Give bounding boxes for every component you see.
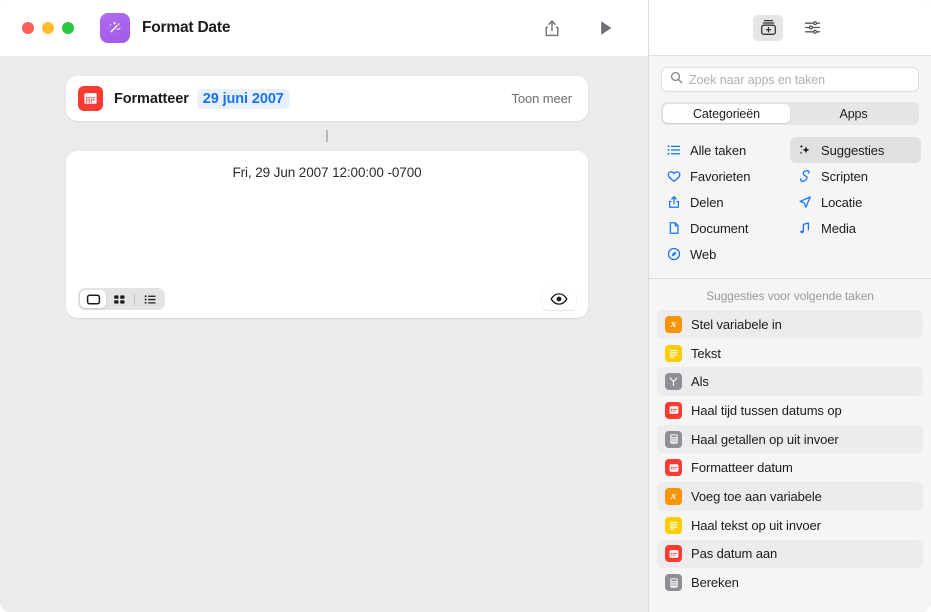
sidebar-item-document[interactable]: Document — [659, 215, 790, 241]
sidebar-item-label: Web — [690, 246, 717, 262]
calendar-icon — [665, 545, 682, 563]
sidebar-item-label: Locatie — [821, 194, 863, 210]
list-item-label: Haal tekst op uit invoer — [691, 517, 821, 533]
action-library-pane: Zoek naar apps en taken Categorieën Apps… — [648, 0, 931, 612]
music-note-icon — [797, 221, 813, 235]
sidebar-item-scripten[interactable]: Scripten — [790, 163, 921, 189]
calculator-icon — [665, 430, 682, 448]
action-connector — [326, 130, 328, 142]
sidebar-item-media[interactable]: Media — [790, 215, 921, 241]
sidebar-item-favorieten[interactable]: Favorieten — [659, 163, 790, 189]
list-item-label: Voeg toe aan variabele — [691, 488, 822, 504]
suggestions-list: x Stel variabele in Tekst Als Haal tijd … — [649, 310, 931, 612]
library-titlebar — [649, 0, 931, 56]
result-preview-card: Fri, 29 Jun 2007 12:00:00 -0700 — [66, 151, 588, 318]
action-card-format-date[interactable]: Formatteer 29 juni 2007 Toon meer — [66, 76, 588, 121]
script-icon — [797, 169, 813, 183]
sidebar-item-label: Scripten — [821, 168, 868, 184]
shortcuts-window: Format Date Formatteer 29 juni 2007 Toon… — [0, 0, 931, 612]
library-tabs[interactable]: Categorieën Apps — [661, 102, 919, 125]
shortcut-editor-pane: Format Date Formatteer 29 juni 2007 Toon… — [0, 0, 648, 612]
sidebar-item-label: Delen — [690, 194, 724, 210]
category-grid: Alle taken Suggesties Favorieten Scripte… — [649, 125, 931, 279]
library-search-wrap: Zoek naar apps en taken — [649, 56, 931, 92]
share-icon[interactable] — [540, 16, 564, 40]
list-view-icon[interactable] — [137, 290, 163, 308]
search-placeholder: Zoek naar apps en taken — [689, 72, 825, 87]
tab-categorieen[interactable]: Categorieën — [663, 104, 790, 123]
sidebar-item-web[interactable]: Web — [659, 241, 790, 267]
window-toolbar — [540, 16, 632, 40]
sidebar-item-alle-taken[interactable]: Alle taken — [659, 137, 790, 163]
eye-icon[interactable] — [542, 288, 576, 310]
page-title: Format Date — [142, 19, 231, 36]
sidebar-item-suggesties[interactable]: Suggesties — [790, 137, 921, 163]
text-icon — [665, 516, 682, 534]
list-item-label: Haal getallen op uit invoer — [691, 431, 839, 447]
location-icon — [797, 195, 813, 209]
sidebar-item-delen[interactable]: Delen — [659, 189, 790, 215]
search-icon — [670, 71, 683, 89]
action-label: Formatteer — [114, 90, 189, 107]
variable-icon: x — [665, 487, 682, 505]
list-item[interactable]: x Voeg toe aan variabele — [657, 482, 923, 511]
compass-icon — [666, 247, 682, 261]
list-item-label: Pas datum aan — [691, 546, 778, 562]
list-item[interactable]: Formatteer datum — [657, 453, 923, 482]
date-token[interactable]: 29 juni 2007 — [196, 88, 290, 109]
segment-divider — [134, 293, 135, 305]
heart-icon — [666, 170, 682, 183]
list-item-label: Haal tijd tussen datums op — [691, 402, 842, 418]
window-titlebar: Format Date — [0, 0, 648, 56]
calendar-icon — [665, 459, 682, 477]
list-item[interactable]: Tekst — [657, 339, 923, 368]
list-item[interactable]: x Stel variabele in — [657, 310, 923, 339]
sidebar-item-locatie[interactable]: Locatie — [790, 189, 921, 215]
list-item[interactable]: Pas datum aan — [657, 539, 923, 569]
sparkles-icon — [797, 143, 813, 157]
show-more-button[interactable]: Toon meer — [511, 91, 572, 106]
list-item[interactable]: Als — [657, 367, 923, 397]
sidebar-item-label: Favorieten — [690, 168, 751, 184]
variable-icon: x — [665, 315, 682, 333]
list-item[interactable]: Haal tekst op uit invoer — [657, 511, 923, 540]
text-icon — [665, 344, 682, 362]
sidebar-item-label: Document — [690, 220, 749, 236]
if-icon — [665, 373, 682, 391]
calculator-icon — [665, 574, 682, 592]
document-icon — [666, 221, 682, 235]
sliders-icon[interactable] — [797, 15, 827, 41]
calendar-icon — [665, 401, 682, 419]
close-button[interactable] — [22, 22, 34, 34]
list-item[interactable]: Bereken — [657, 568, 923, 597]
list-item-label: Bereken — [691, 575, 739, 591]
suggestions-header: Suggesties voor volgende taken — [706, 289, 874, 303]
list-item-label: Tekst — [691, 345, 721, 361]
traffic-lights — [22, 22, 74, 34]
shortcut-canvas: Formatteer 29 juni 2007 Toon meer Fri, 2… — [0, 56, 648, 612]
search-input[interactable]: Zoek naar apps en taken — [661, 67, 919, 92]
list-bullet-icon — [666, 144, 682, 157]
magic-wand-icon — [100, 13, 130, 43]
list-item-label: Formatteer datum — [691, 460, 793, 476]
sidebar-item-label: Suggesties — [821, 142, 885, 158]
tab-apps[interactable]: Apps — [790, 104, 917, 123]
zoom-button[interactable] — [62, 22, 74, 34]
action-library-icon[interactable] — [753, 14, 783, 41]
list-item-label: Stel variabele in — [691, 316, 782, 332]
result-toolbar — [66, 280, 588, 318]
list-item-label: Als — [691, 374, 709, 390]
list-item[interactable]: Haal getallen op uit invoer — [657, 424, 923, 454]
result-text: Fri, 29 Jun 2007 12:00:00 -0700 — [232, 165, 422, 180]
grid-view-icon[interactable] — [106, 290, 132, 308]
sidebar-item-label: Alle taken — [690, 142, 747, 158]
calendar-icon — [78, 86, 103, 111]
view-mode-segmented-control[interactable] — [78, 288, 165, 310]
minimize-button[interactable] — [42, 22, 54, 34]
play-icon[interactable] — [594, 16, 618, 40]
share-icon — [666, 195, 682, 209]
single-view-icon[interactable] — [80, 290, 106, 308]
list-item[interactable]: Haal tijd tussen datums op — [657, 396, 923, 425]
sidebar-item-label: Media — [821, 220, 856, 236]
